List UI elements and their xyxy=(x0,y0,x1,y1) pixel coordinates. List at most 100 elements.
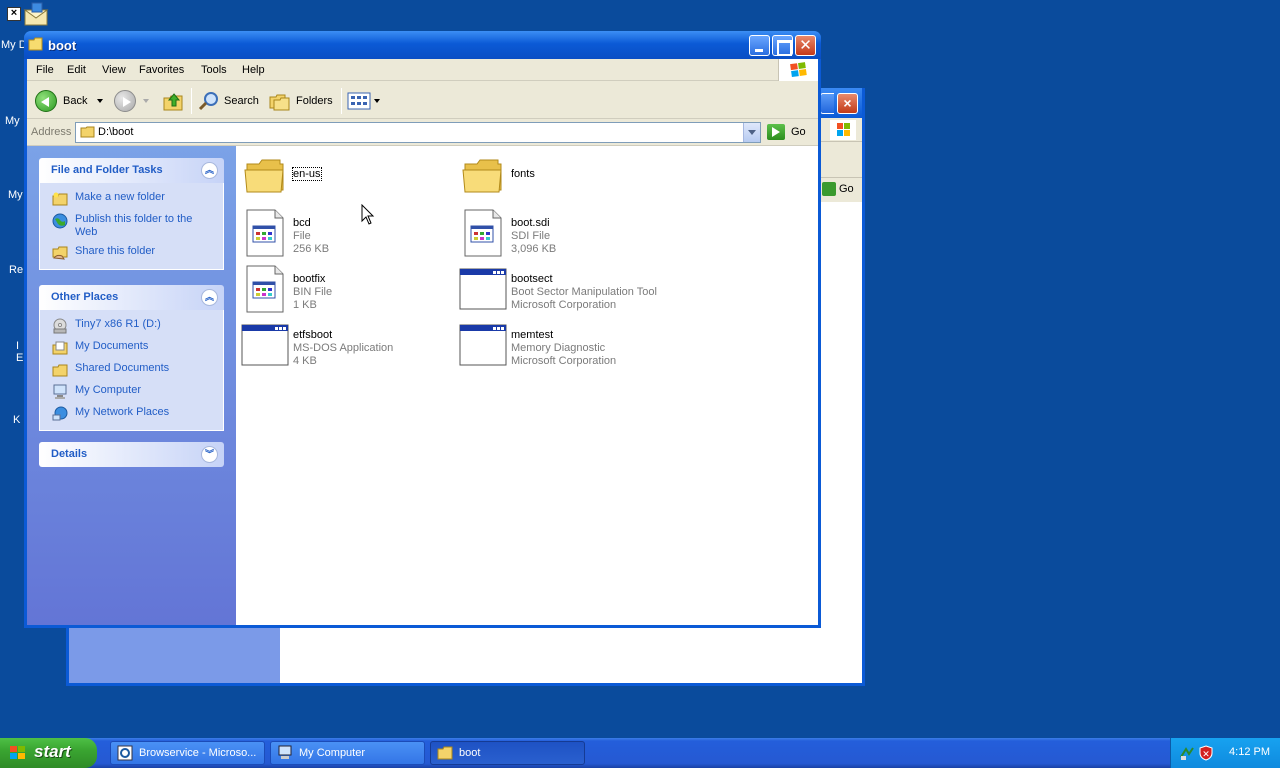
start-label: start xyxy=(34,742,71,761)
chevron-down-icon xyxy=(374,99,380,103)
folder-icon xyxy=(28,37,43,51)
search-button[interactable]: Search xyxy=(197,89,259,113)
go-label: Go xyxy=(791,126,806,138)
views-button[interactable] xyxy=(347,89,380,113)
up-folder-button[interactable] xyxy=(162,89,184,113)
file-name: etfsboot xyxy=(293,329,333,341)
forward-button[interactable] xyxy=(114,89,149,113)
link-label: Tiny7 x86 R1 (D:) xyxy=(75,318,161,330)
panel-header[interactable]: File and Folder Tasks ︽ xyxy=(39,158,224,183)
background-go-label: Go xyxy=(839,182,854,195)
taskbar-item-label: My Computer xyxy=(299,747,366,759)
chevron-down-icon[interactable] xyxy=(143,99,149,103)
file-name: bcd xyxy=(293,217,311,229)
menu-edit[interactable]: Edit xyxy=(67,64,86,76)
folder-icon xyxy=(437,746,453,760)
taskbar-item-my-computer[interactable]: My Computer xyxy=(270,741,425,765)
address-input[interactable]: D:\boot xyxy=(75,122,761,143)
chevron-down-icon[interactable] xyxy=(97,99,104,103)
security-shield-icon[interactable]: ✕ xyxy=(1198,745,1214,761)
menu-help[interactable]: Help xyxy=(242,64,265,76)
file-company: Microsoft Corporation xyxy=(511,299,617,311)
collapse-icon[interactable]: ︽ xyxy=(201,162,218,179)
menu-favorites[interactable]: Favorites xyxy=(139,64,184,76)
make-new-folder-link[interactable]: Make a new folder xyxy=(52,191,217,207)
my-network-places-link[interactable]: My Network Places xyxy=(52,406,217,422)
link-label: Share this folder xyxy=(75,245,156,257)
background-restore-button[interactable] xyxy=(820,93,834,114)
folder-item[interactable]: fonts xyxy=(459,152,669,202)
go-arrow-icon xyxy=(822,182,836,196)
close-icon: ✕ xyxy=(799,37,812,54)
shared-folder-icon xyxy=(52,364,68,377)
explorer-window[interactable]: boot ✕ File Edit View Favorites Tools He… xyxy=(24,31,821,628)
background-close-button[interactable]: × xyxy=(837,93,858,114)
start-button[interactable]: start xyxy=(0,738,97,768)
desktop-icon-label[interactable]: My xyxy=(8,189,23,201)
taskbar-item-browservice[interactable]: Browservice - Microso... xyxy=(110,741,265,765)
link-label: Make a new folder xyxy=(75,191,165,203)
desktop-icon-label[interactable]: I xyxy=(16,340,19,352)
file-item[interactable]: bootfix BIN File 1 KB xyxy=(241,265,451,315)
publish-folder-link[interactable]: Publish this folder to the Web xyxy=(52,213,217,239)
close-icon[interactable]: × xyxy=(7,7,21,21)
file-item[interactable]: etfsboot MS-DOS Application 4 KB xyxy=(241,321,451,371)
link-label: My Computer xyxy=(75,384,142,396)
desktop-icon-label[interactable]: K xyxy=(13,414,20,426)
folders-button[interactable]: Folders xyxy=(268,89,333,113)
globe-icon xyxy=(52,213,68,229)
desktop-icon-label[interactable]: My xyxy=(5,115,20,127)
maximize-button[interactable] xyxy=(772,35,793,56)
file-name: boot.sdi xyxy=(511,217,550,229)
go-button[interactable]: Go xyxy=(767,124,806,140)
desktop-icon-label[interactable]: E xyxy=(16,352,23,364)
folder-item[interactable]: en-us xyxy=(241,152,451,202)
menu-view[interactable]: View xyxy=(102,64,126,76)
folders-label: Folders xyxy=(296,95,333,107)
link-label: My Network Places xyxy=(75,406,170,418)
desktop-icon-label[interactable]: Re xyxy=(9,264,23,276)
address-dropdown-button[interactable] xyxy=(743,123,760,142)
file-item[interactable]: bcd File 256 KB xyxy=(241,209,451,259)
link-label: My Documents xyxy=(75,340,149,352)
network-tray-icon[interactable] xyxy=(1179,745,1195,761)
panel-header[interactable]: Other Places ︽ xyxy=(39,285,224,310)
mouse-cursor-icon xyxy=(361,204,375,225)
details-panel: Details ︾ xyxy=(39,442,224,467)
collapse-icon[interactable]: ︽ xyxy=(201,289,218,306)
envelope-icon[interactable] xyxy=(22,2,50,28)
panel-header[interactable]: Details ︾ xyxy=(39,442,224,467)
file-folder-tasks-panel: File and Folder Tasks ︽ Make a new folde… xyxy=(39,158,224,270)
titlebar[interactable]: boot ✕ xyxy=(24,31,821,59)
close-button[interactable]: ✕ xyxy=(795,35,816,56)
file-name: memtest xyxy=(511,329,554,341)
file-item[interactable]: boot.sdi SDI File 3,096 KB xyxy=(459,209,669,259)
desktop-icon-label[interactable]: My D xyxy=(1,39,27,51)
file-size: 4 KB xyxy=(293,355,317,367)
back-button[interactable]: Back xyxy=(35,89,104,113)
file-item[interactable]: memtest Memory Diagnostic Microsoft Corp… xyxy=(459,321,669,371)
windows-flag-icon xyxy=(830,120,856,140)
back-arrow-icon xyxy=(35,90,57,112)
minimize-button[interactable] xyxy=(749,35,770,56)
share-folder-link[interactable]: Share this folder xyxy=(52,245,217,261)
file-type: SDI File xyxy=(511,230,551,242)
drive-d-link[interactable]: Tiny7 x86 R1 (D:) xyxy=(52,318,217,334)
file-item[interactable]: bootsect Boot Sector Manipulation Tool M… xyxy=(459,265,669,315)
menu-file[interactable]: File xyxy=(36,64,54,76)
file-name: bootsect xyxy=(511,273,553,285)
shared-documents-link[interactable]: Shared Documents xyxy=(52,362,217,378)
address-label: Address xyxy=(31,126,72,138)
address-bar: Address D:\boot Go xyxy=(27,120,818,145)
file-type: File xyxy=(293,230,311,242)
system-tray: ✕ 4:12 PM xyxy=(1170,738,1280,768)
my-computer-link[interactable]: My Computer xyxy=(52,384,217,400)
forward-arrow-icon xyxy=(114,90,136,112)
expand-icon[interactable]: ︾ xyxy=(201,446,218,463)
taskbar-item-boot[interactable]: boot xyxy=(430,741,585,765)
background-go-button[interactable]: Go xyxy=(822,182,854,196)
windows-flag-icon xyxy=(778,59,818,81)
menu-tools[interactable]: Tools xyxy=(201,64,227,76)
panel-title: Details xyxy=(51,448,88,460)
my-documents-link[interactable]: My Documents xyxy=(52,340,217,356)
